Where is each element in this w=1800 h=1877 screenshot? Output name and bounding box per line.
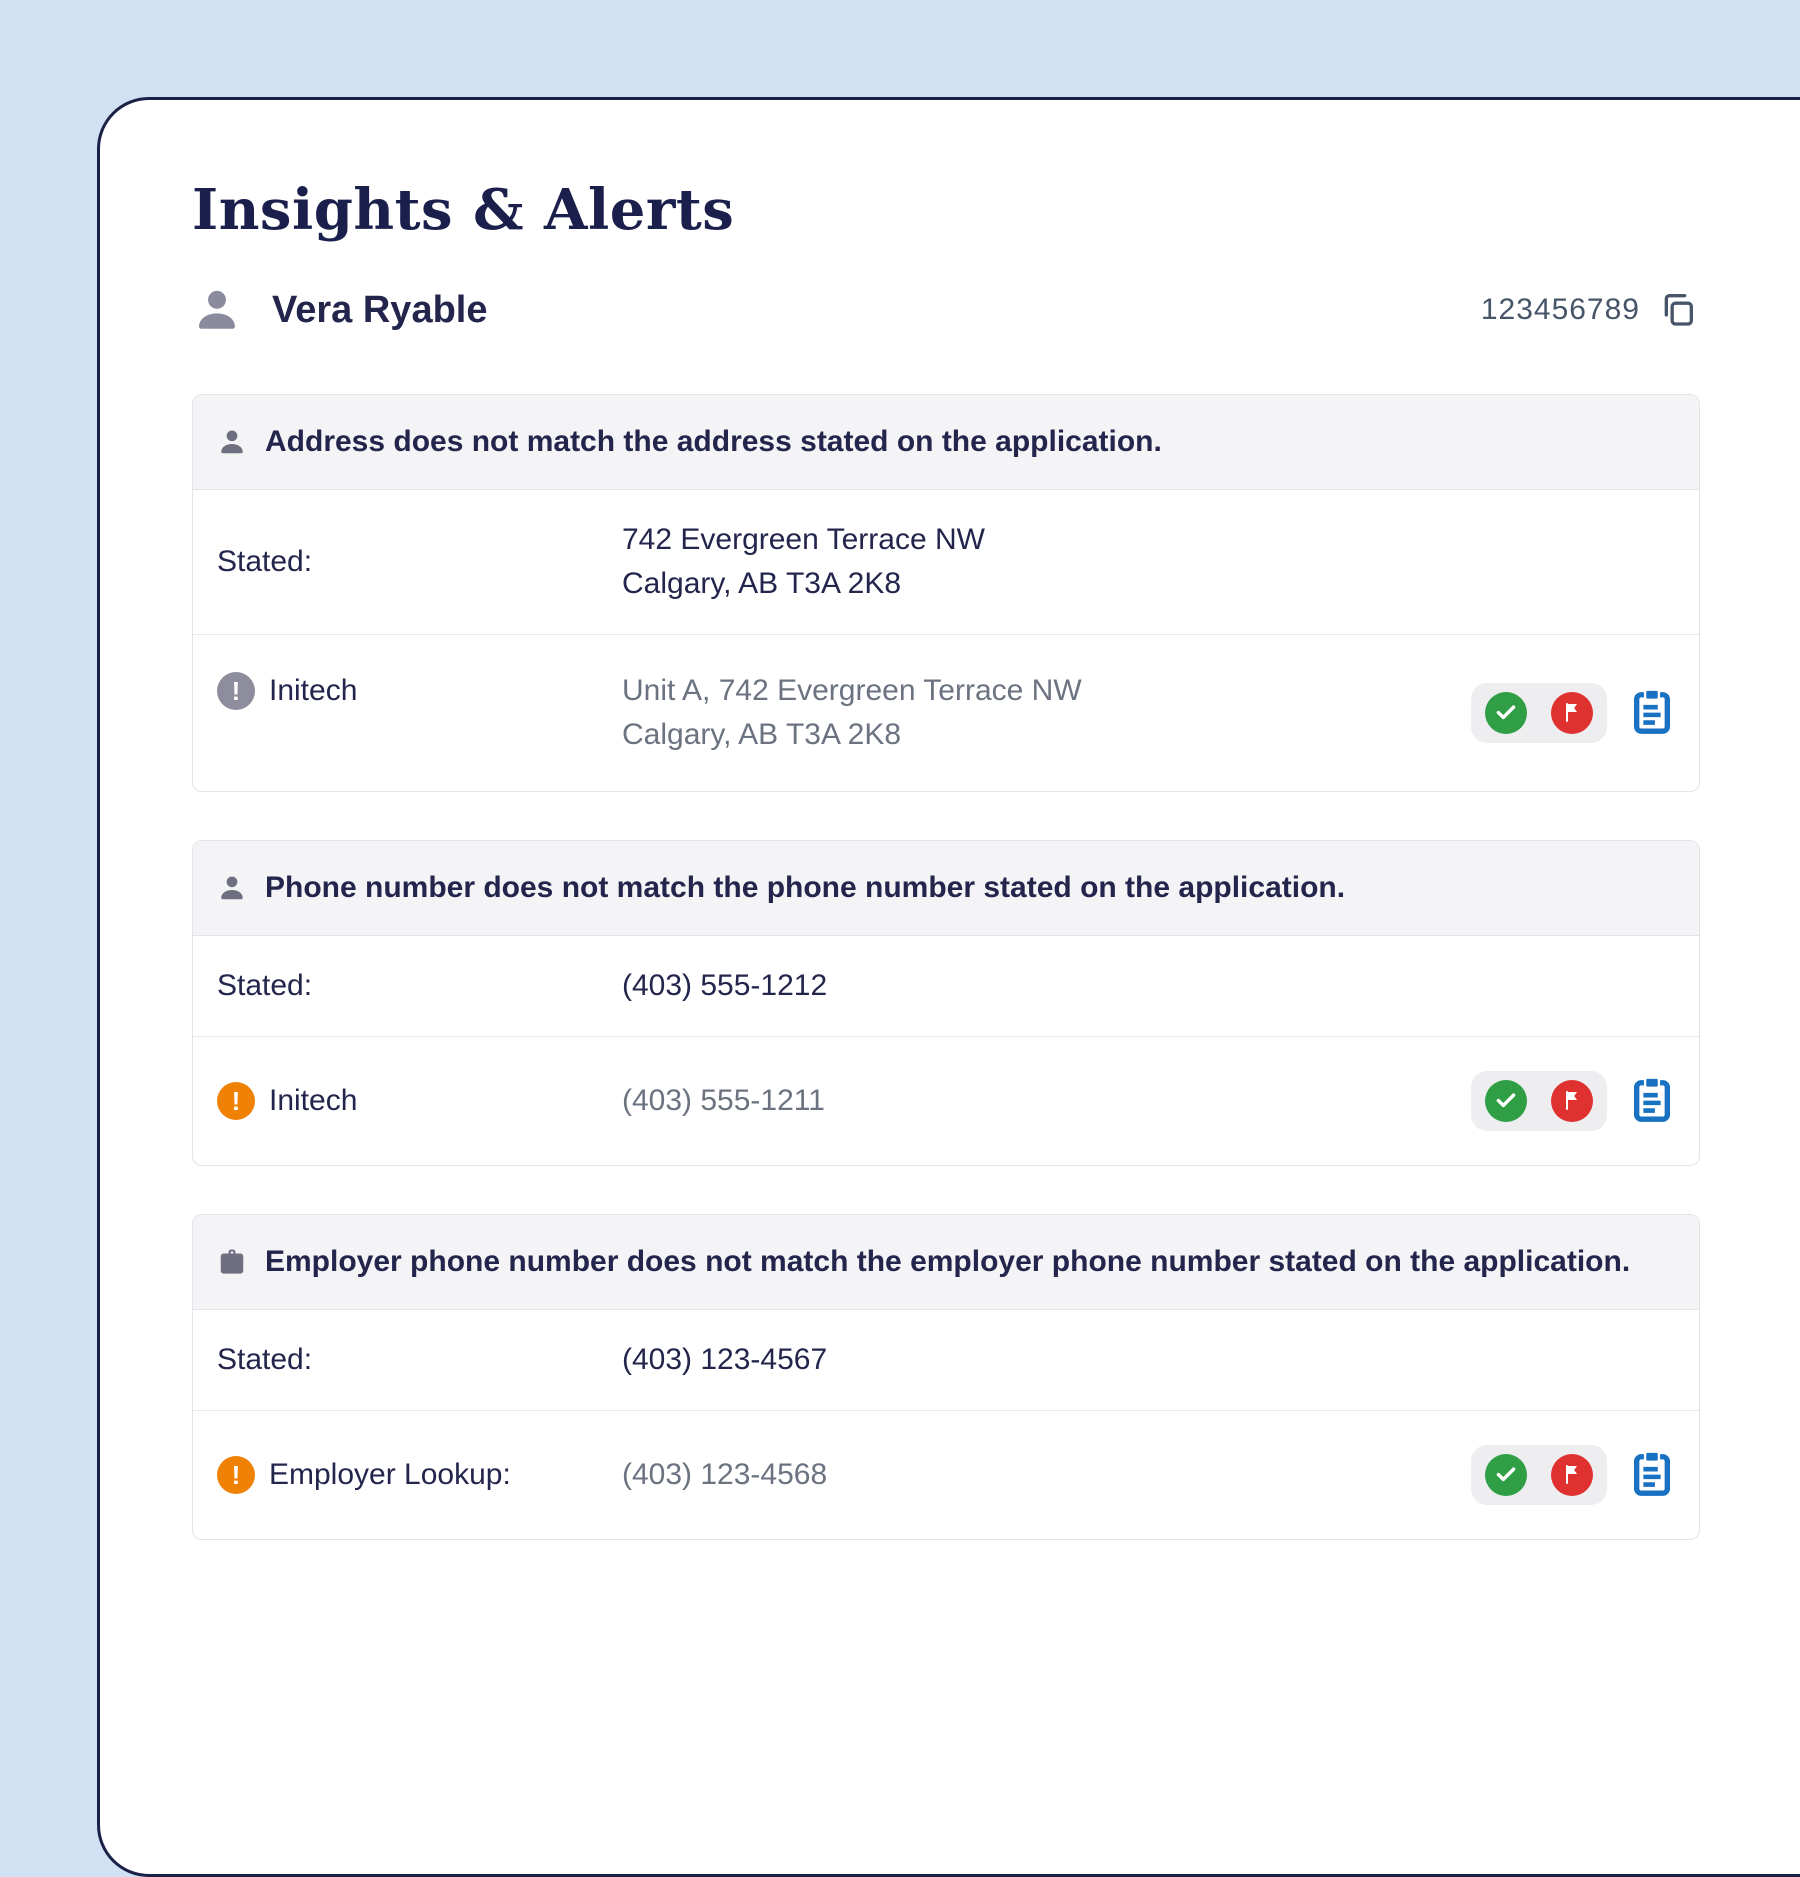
alert-card-employer-phone: Employer phone number does not match the… bbox=[192, 1214, 1700, 1540]
flag-circle-icon bbox=[1560, 1462, 1584, 1489]
flag-circle-icon bbox=[1560, 700, 1584, 727]
notes-button[interactable] bbox=[1629, 688, 1675, 738]
applicant-row: Vera Ryable 123456789 bbox=[192, 278, 1700, 342]
row-actions bbox=[1471, 1071, 1675, 1131]
alert-message: Phone number does not match the phone nu… bbox=[265, 869, 1345, 907]
page-title: Insights & Alerts bbox=[192, 178, 1700, 242]
copy-id-button[interactable] bbox=[1656, 288, 1700, 332]
application-id: 123456789 bbox=[1481, 293, 1640, 327]
verdict-pill bbox=[1471, 683, 1607, 743]
source-label-cell: ! Initech bbox=[217, 1079, 622, 1123]
notes-button[interactable] bbox=[1629, 1450, 1675, 1500]
clipboard-icon bbox=[1629, 687, 1675, 740]
verdict-pill bbox=[1471, 1071, 1607, 1131]
stated-row: Stated: (403) 555-1212 bbox=[193, 936, 1699, 1036]
approve-button[interactable] bbox=[1485, 1454, 1527, 1496]
source-row: ! Initech Unit A, 742 Evergreen Terrace … bbox=[193, 634, 1699, 791]
alert-card-phone: Phone number does not match the phone nu… bbox=[192, 840, 1700, 1166]
notes-button[interactable] bbox=[1629, 1076, 1675, 1126]
approve-button[interactable] bbox=[1485, 1080, 1527, 1122]
stated-label: Stated: bbox=[217, 1338, 622, 1382]
info-badge-icon: ! bbox=[217, 672, 255, 710]
flag-button[interactable] bbox=[1551, 1080, 1593, 1122]
stated-value: 742 Evergreen Terrace NW Calgary, AB T3A… bbox=[622, 518, 1675, 606]
alert-message: Address does not match the address state… bbox=[265, 423, 1162, 461]
flag-circle-icon bbox=[1560, 1088, 1584, 1115]
source-row: ! Employer Lookup: (403) 123-4568 bbox=[193, 1410, 1699, 1539]
briefcase-icon bbox=[217, 1247, 247, 1277]
source-value: (403) 123-4568 bbox=[622, 1453, 1471, 1497]
insights-panel: Insights & Alerts Vera Ryable 123456789 bbox=[192, 100, 1700, 1540]
source-label-cell: ! Employer Lookup: bbox=[217, 1453, 622, 1497]
source-label: Initech bbox=[269, 669, 357, 713]
source-label-cell: ! Initech bbox=[217, 669, 622, 713]
source-row: ! Initech (403) 555-1211 bbox=[193, 1036, 1699, 1165]
check-circle-icon bbox=[1493, 1087, 1519, 1116]
clipboard-icon bbox=[1629, 1075, 1675, 1128]
alert-header: Address does not match the address state… bbox=[193, 395, 1699, 490]
row-actions bbox=[1471, 1445, 1675, 1505]
person-icon bbox=[192, 285, 242, 335]
main-card: Insights & Alerts Vera Ryable 123456789 bbox=[97, 97, 1800, 1877]
source-value: Unit A, 742 Evergreen Terrace NW Calgary… bbox=[622, 669, 1471, 757]
warning-badge-icon: ! bbox=[217, 1456, 255, 1494]
stated-label: Stated: bbox=[217, 518, 622, 606]
applicant-name: Vera Ryable bbox=[272, 289, 487, 332]
source-label: Employer Lookup: bbox=[269, 1453, 511, 1497]
person-icon bbox=[217, 873, 247, 903]
approve-button[interactable] bbox=[1485, 692, 1527, 734]
check-circle-icon bbox=[1493, 699, 1519, 728]
stated-row: Stated: 742 Evergreen Terrace NW Calgary… bbox=[193, 490, 1699, 634]
alert-message: Employer phone number does not match the… bbox=[265, 1243, 1630, 1281]
source-label: Initech bbox=[269, 1079, 357, 1123]
stated-value: (403) 555-1212 bbox=[622, 964, 1675, 1008]
warning-badge-icon: ! bbox=[217, 1082, 255, 1120]
clipboard-icon bbox=[1629, 1449, 1675, 1502]
check-circle-icon bbox=[1493, 1461, 1519, 1490]
alert-card-address: Address does not match the address state… bbox=[192, 394, 1700, 792]
alert-header: Employer phone number does not match the… bbox=[193, 1215, 1699, 1310]
stated-value: (403) 123-4567 bbox=[622, 1338, 1675, 1382]
verdict-pill bbox=[1471, 1445, 1607, 1505]
flag-button[interactable] bbox=[1551, 692, 1593, 734]
copy-icon bbox=[1658, 289, 1698, 332]
person-icon bbox=[217, 427, 247, 457]
source-value: (403) 555-1211 bbox=[622, 1079, 1471, 1123]
flag-button[interactable] bbox=[1551, 1454, 1593, 1496]
stated-row: Stated: (403) 123-4567 bbox=[193, 1310, 1699, 1410]
alert-header: Phone number does not match the phone nu… bbox=[193, 841, 1699, 936]
stated-label: Stated: bbox=[217, 964, 622, 1008]
row-actions bbox=[1471, 683, 1675, 743]
